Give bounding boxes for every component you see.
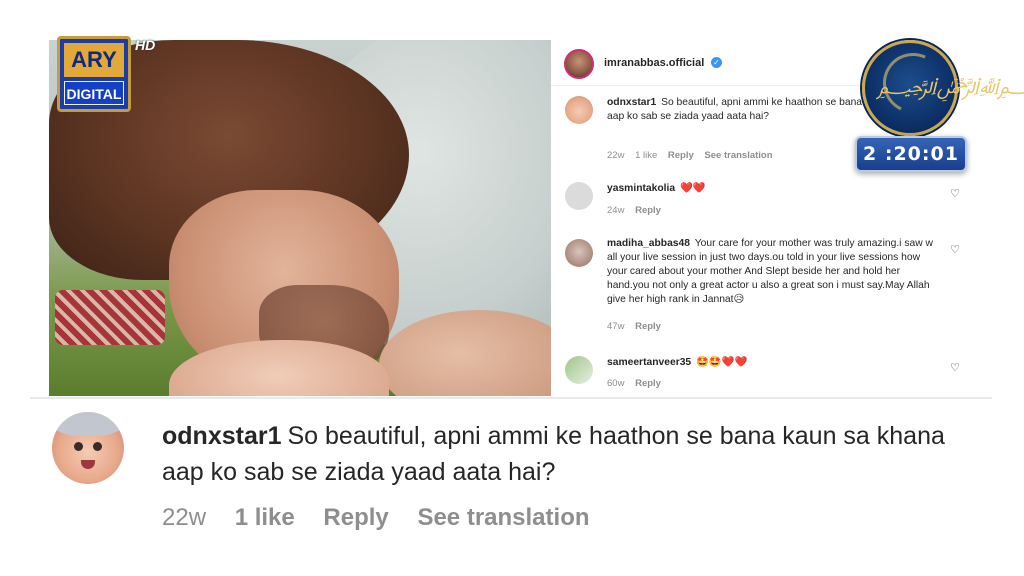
avatar-eye: [93, 442, 102, 451]
avatar-cap: [52, 412, 124, 436]
comment-username[interactable]: odnxstar1: [607, 97, 656, 108]
comment-text: ❤️❤️: [679, 183, 706, 194]
comment-age: 22w: [607, 150, 625, 161]
reply-button[interactable]: Reply: [668, 150, 694, 161]
comment-meta: 22w 1 like Reply See translation: [607, 150, 781, 161]
reply-button[interactable]: Reply: [635, 378, 661, 389]
like-heart-icon[interactable]: ♡: [949, 362, 961, 374]
hd-tag: HD: [135, 37, 156, 53]
photo-fabric: [55, 290, 165, 345]
comment-meta: 60w Reply: [607, 378, 669, 389]
countdown-timer: 2 :20:01: [855, 136, 967, 172]
comment-age: 60w: [607, 378, 625, 389]
featured-comment: odnxstar1 So beautiful, apni ammi ke haat…: [0, 400, 1024, 576]
featured-commenter-avatar[interactable]: [52, 412, 124, 484]
comment-age: 47w: [607, 321, 625, 332]
calligraphy-emblem: ﷽: [877, 67, 1024, 107]
comment-body: madiha_abbas48 Your care for your mother…: [607, 237, 937, 307]
avatar-eye: [74, 442, 83, 451]
ary-digital-logo: ARY DIGITAL: [57, 36, 131, 112]
comment-item: sameertanveer35 🤩🤩❤️❤️ 60w Reply ♡: [551, 354, 976, 396]
ary-logo-bottom: DIGITAL: [64, 81, 124, 105]
verified-badge-icon: ✓: [711, 57, 722, 68]
divider: [30, 397, 992, 399]
comment-username[interactable]: madiha_abbas48: [607, 238, 690, 249]
comment-username[interactable]: sameertanveer35: [607, 357, 691, 368]
post-author-username[interactable]: imranabbas.official: [604, 57, 704, 69]
featured-comment-meta: 22w 1 like Reply See translation: [162, 504, 612, 532]
featured-comment-likes[interactable]: 1 like: [235, 504, 295, 531]
like-heart-icon[interactable]: ♡: [949, 188, 961, 200]
like-heart-icon[interactable]: ♡: [949, 244, 961, 256]
featured-comment-username[interactable]: odnxstar1: [162, 422, 281, 450]
comment-username[interactable]: yasmintakolia: [607, 183, 675, 194]
reply-button[interactable]: Reply: [635, 205, 661, 216]
countdown-value: 2 :20:01: [863, 143, 959, 165]
comment-item: madiha_abbas48 Your care for your mother…: [551, 237, 976, 347]
see-translation-link[interactable]: See translation: [704, 150, 772, 161]
commenter-avatar[interactable]: [565, 182, 593, 210]
comment-body: yasmintakolia ❤️❤️: [607, 182, 937, 196]
comment-meta: 47w Reply: [607, 321, 669, 332]
comment-item: yasmintakolia ❤️❤️ 24w Reply ♡: [551, 180, 976, 224]
commenter-avatar[interactable]: [565, 356, 593, 384]
comment-text: 🤩🤩❤️❤️: [696, 357, 748, 368]
featured-see-translation-link[interactable]: See translation: [417, 504, 589, 531]
avatar-mouth: [81, 460, 95, 469]
ary-logo-top: ARY: [64, 43, 124, 77]
post-author-avatar[interactable]: [564, 49, 594, 79]
ramadan-show-logo: ﷽: [862, 40, 1024, 136]
featured-reply-button[interactable]: Reply: [323, 504, 388, 531]
comment-body: sameertanveer35 🤩🤩❤️❤️: [607, 356, 937, 370]
comment-age: 24w: [607, 205, 625, 216]
comment-likes[interactable]: 1 like: [635, 150, 657, 161]
reply-button[interactable]: Reply: [635, 321, 661, 332]
comment-meta: 24w Reply: [607, 205, 669, 216]
commenter-avatar[interactable]: [565, 239, 593, 267]
featured-comment-body: odnxstar1 So beautiful, apni ammi ke haat…: [162, 418, 982, 490]
commenter-avatar[interactable]: [565, 96, 593, 124]
broadcast-stage: ARY DIGITAL HD imranabbas.official ✓ odn…: [0, 0, 1024, 400]
featured-comment-age: 22w: [162, 504, 207, 531]
